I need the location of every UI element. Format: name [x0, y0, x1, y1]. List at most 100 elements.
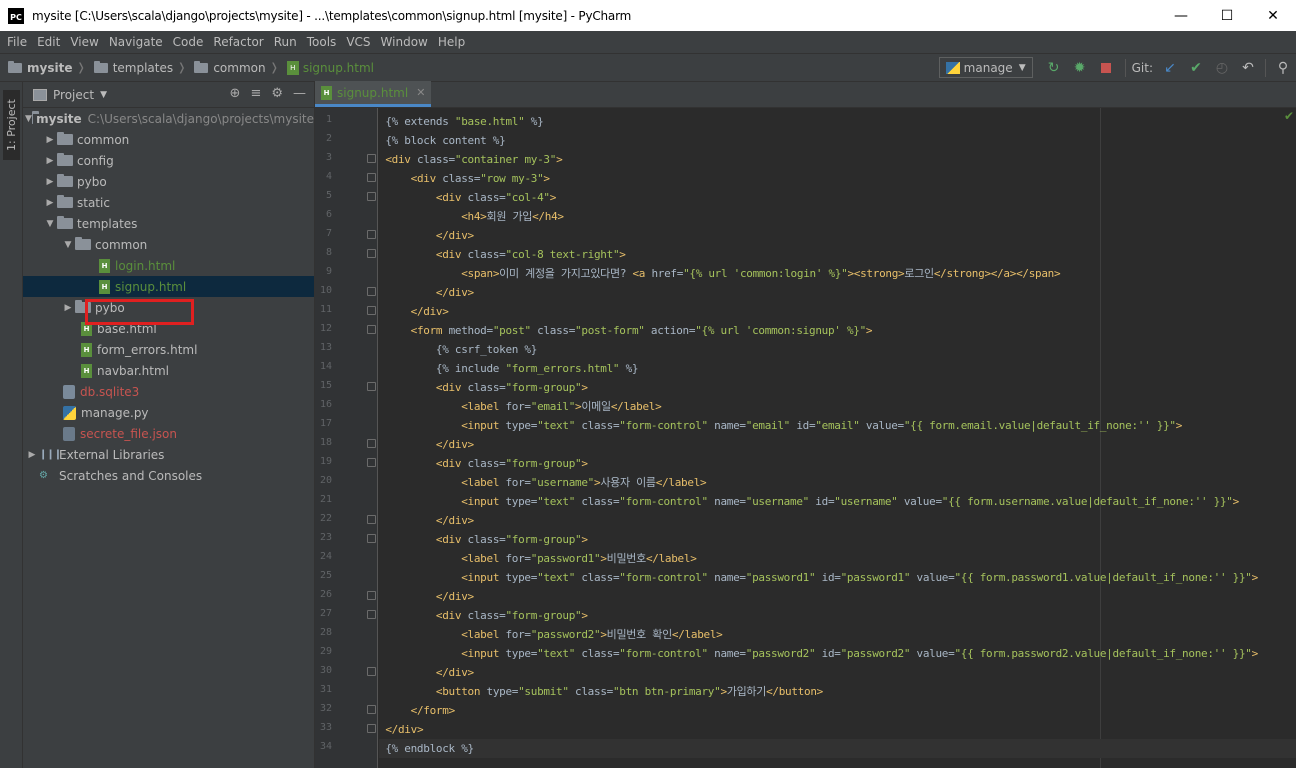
- scratches-icon: ⚙: [39, 469, 48, 481]
- folder-icon: [194, 60, 209, 73]
- fold-marker-icon[interactable]: [367, 667, 376, 676]
- fold-marker-icon[interactable]: [367, 591, 376, 600]
- breadcrumb-signup[interactable]: Hsignup.html: [279, 60, 374, 75]
- stop-icon[interactable]: [1093, 55, 1119, 81]
- tree-item-db-sqlite3[interactable]: db.sqlite3: [23, 381, 314, 402]
- tree-item-config[interactable]: ▶ config: [23, 150, 314, 171]
- tree-item-templates-pybo[interactable]: ▶ pybo: [23, 297, 314, 318]
- expand-arrow-icon[interactable]: ▼: [61, 240, 75, 250]
- collapsed-arrow-icon[interactable]: ▶: [43, 177, 57, 187]
- database-file-icon: [63, 384, 75, 399]
- line-number: 16: [319, 399, 332, 410]
- fold-marker-icon[interactable]: [367, 230, 376, 239]
- collapsed-arrow-icon[interactable]: ▶: [43, 135, 57, 145]
- tree-item-manage-py[interactable]: manage.py: [23, 402, 314, 423]
- collapsed-arrow-icon[interactable]: ▶: [25, 450, 39, 460]
- menu-edit[interactable]: Edit: [32, 35, 65, 49]
- search-icon[interactable]: ⚲: [1270, 55, 1296, 81]
- gutter: 1 2 3 4 5 6 7 8 9 10 11 12 13 14 15 16 17 18 19 20 21 22 23 24 2…: [315, 108, 378, 768]
- hide-icon[interactable]: —: [293, 86, 306, 101]
- chevron-down-icon[interactable]: ▼: [100, 90, 107, 100]
- fold-marker-icon[interactable]: [367, 382, 376, 391]
- git-update-icon[interactable]: ↙: [1157, 55, 1183, 81]
- close-tab-icon[interactable]: ✕: [416, 86, 425, 99]
- breadcrumb-common[interactable]: common ❭: [186, 60, 279, 75]
- menu-refactor[interactable]: Refactor: [208, 35, 268, 49]
- menu-vcs[interactable]: VCS: [341, 35, 375, 49]
- rollback-icon[interactable]: ↶: [1235, 55, 1261, 81]
- code-line: <div class="col-8 text-right">: [435, 248, 626, 261]
- fold-marker-icon[interactable]: [367, 287, 376, 296]
- tree-item-login-html[interactable]: Hlogin.html: [23, 255, 314, 276]
- tree-item-pybo[interactable]: ▶ pybo: [23, 171, 314, 192]
- tree-item-navbar-html[interactable]: Hnavbar.html: [23, 360, 314, 381]
- menu-help[interactable]: Help: [433, 35, 470, 49]
- fold-marker-icon[interactable]: [367, 705, 376, 714]
- breadcrumb-mysite[interactable]: mysite ❭: [0, 60, 86, 75]
- menu-file[interactable]: File: [2, 35, 32, 49]
- code-line: </div>: [435, 229, 474, 242]
- menu-code[interactable]: Code: [168, 35, 209, 49]
- tree-item-templates[interactable]: ▼ templates: [23, 213, 314, 234]
- menu-tools[interactable]: Tools: [302, 35, 342, 49]
- expand-arrow-icon[interactable]: ▼: [43, 219, 57, 229]
- tree-item-secrete-file-json[interactable]: secrete_file.json: [23, 423, 314, 444]
- menu-navigate[interactable]: Navigate: [104, 35, 168, 49]
- tab-signup-html[interactable]: H signup.html ✕: [315, 81, 432, 107]
- tree-item-templates-common[interactable]: ▼ common: [23, 234, 314, 255]
- code-line: <input type="text" class="form-control" …: [461, 571, 1258, 584]
- code-line: </div>: [435, 666, 474, 679]
- debug-icon[interactable]: ✹: [1067, 55, 1093, 81]
- collapsed-arrow-icon[interactable]: ▶: [43, 198, 57, 208]
- line-number: 9: [325, 266, 332, 277]
- fold-marker-icon[interactable]: [367, 439, 376, 448]
- code-area[interactable]: {% extends "base.html" %} {% block conte…: [379, 108, 1296, 768]
- project-tool-tab[interactable]: 1: Project: [3, 90, 20, 160]
- menu-run[interactable]: Run: [269, 35, 302, 49]
- html-file-icon: H: [99, 279, 110, 294]
- tree-item-scratches[interactable]: ⚙ Scratches and Consoles: [23, 465, 314, 486]
- tree-item-common[interactable]: ▶ common: [23, 129, 314, 150]
- menu-window[interactable]: Window: [376, 35, 433, 49]
- fold-marker-icon[interactable]: [367, 458, 376, 467]
- fold-marker-icon[interactable]: [367, 515, 376, 524]
- fold-marker-icon[interactable]: [367, 610, 376, 619]
- tree-item-base-html[interactable]: Hbase.html: [23, 318, 314, 339]
- fold-marker-icon[interactable]: [367, 534, 376, 543]
- line-number: 17: [319, 418, 332, 429]
- close-button[interactable]: ✕: [1250, 0, 1296, 31]
- fold-marker-icon[interactable]: [367, 325, 376, 334]
- git-commit-icon[interactable]: ✔: [1183, 55, 1209, 81]
- maximize-button[interactable]: ☐: [1204, 0, 1250, 31]
- chevron-down-icon: ▼: [1018, 62, 1026, 73]
- history-icon[interactable]: ◴: [1209, 55, 1235, 81]
- fold-marker-icon[interactable]: [367, 306, 376, 315]
- fold-marker-icon[interactable]: [367, 249, 376, 258]
- tree-item-external-libraries[interactable]: ▶ ❙❙❙ External Libraries: [23, 444, 314, 465]
- gear-icon[interactable]: ⚙: [271, 86, 283, 101]
- fold-marker-icon[interactable]: [367, 724, 376, 733]
- rerun-icon[interactable]: ↻: [1041, 55, 1067, 81]
- fold-marker-icon[interactable]: [367, 173, 376, 182]
- folder-icon: [57, 195, 73, 208]
- code-line: </div>: [385, 723, 424, 736]
- tree-item-static[interactable]: ▶ static: [23, 192, 314, 213]
- code-line: <label for="username">사용자 이름</label>: [461, 476, 707, 489]
- collapsed-arrow-icon[interactable]: ▶: [61, 303, 75, 313]
- fold-marker-icon[interactable]: [367, 154, 376, 163]
- run-config-select[interactable]: manage ▼: [938, 57, 1033, 78]
- locate-icon[interactable]: ⊕: [230, 86, 241, 101]
- tree-item-form-errors-html[interactable]: Hform_errors.html: [23, 339, 314, 360]
- tree-item-signup-html[interactable]: Hsignup.html: [23, 276, 314, 297]
- menu-view[interactable]: View: [65, 35, 103, 49]
- fold-marker-icon[interactable]: [367, 192, 376, 201]
- code-line: <div class="container my-3">: [385, 153, 563, 166]
- project-panel-title[interactable]: Project: [53, 88, 94, 102]
- line-number: 31: [319, 684, 332, 695]
- breadcrumb-templates[interactable]: templates ❭: [86, 60, 186, 75]
- expand-arrow-icon[interactable]: ▼: [25, 114, 32, 124]
- collapse-all-icon[interactable]: ≡: [250, 86, 261, 101]
- minimize-button[interactable]: —: [1158, 0, 1204, 31]
- tree-item-mysite[interactable]: ▼ mysite C:\Users\scala\django\projects\…: [23, 108, 314, 129]
- collapsed-arrow-icon[interactable]: ▶: [43, 156, 57, 166]
